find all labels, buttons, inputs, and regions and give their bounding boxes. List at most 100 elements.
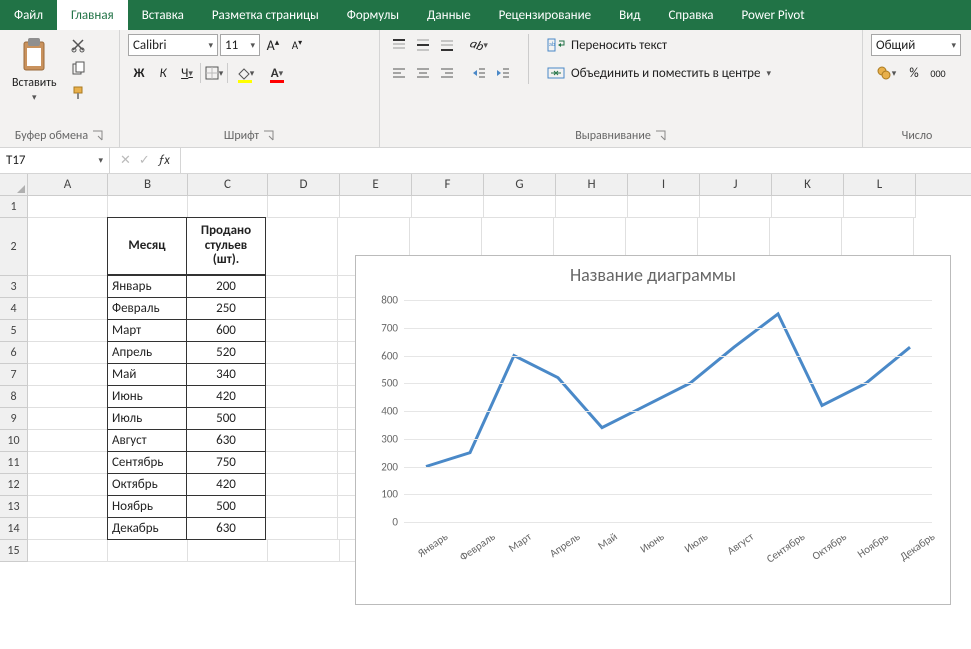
cell[interactable] <box>28 276 108 298</box>
name-box[interactable]: T17 ▾ <box>0 148 110 173</box>
merge-center-button[interactable]: Объединить и поместить в центре ▾ <box>543 62 775 84</box>
column-header[interactable]: D <box>268 174 340 195</box>
decrease-font-button[interactable]: A▾ <box>286 34 308 56</box>
cell[interactable] <box>266 496 338 518</box>
cell[interactable]: Продано стульев (шт). <box>186 217 266 275</box>
paste-button[interactable]: Вставить ▾ <box>8 34 61 105</box>
cell[interactable] <box>266 276 338 298</box>
cell[interactable] <box>556 196 628 218</box>
cell[interactable] <box>266 386 338 408</box>
font-color-button[interactable]: А ▾ <box>262 62 292 84</box>
embedded-chart[interactable]: Название диаграммы 010020030040050060070… <box>355 255 951 605</box>
wrap-text-button[interactable]: ab Переносить текст <box>543 34 775 56</box>
row-header[interactable]: 6 <box>0 342 28 364</box>
cell[interactable]: Сентябрь <box>107 451 187 474</box>
cell[interactable]: 630 <box>186 429 266 452</box>
borders-button[interactable]: ▾ <box>203 62 225 84</box>
column-header[interactable]: L <box>844 174 916 195</box>
column-header[interactable]: B <box>108 174 188 195</box>
align-middle-button[interactable] <box>412 34 434 56</box>
chart-series-line[interactable] <box>426 314 910 467</box>
orientation-button[interactable]: ab▾ <box>468 34 490 56</box>
cell[interactable]: Август <box>107 429 187 452</box>
cell[interactable]: Октябрь <box>107 473 187 496</box>
cell[interactable]: 340 <box>186 363 266 386</box>
row-header[interactable]: 4 <box>0 298 28 320</box>
font-name-select[interactable]: Calibri ▾ <box>128 34 218 56</box>
cell[interactable]: 420 <box>186 473 266 496</box>
cell[interactable]: Март <box>107 319 187 342</box>
column-header[interactable]: J <box>700 174 772 195</box>
underline-button[interactable]: Ч▾ <box>176 62 198 84</box>
cell[interactable]: 250 <box>186 297 266 320</box>
cell[interactable]: Январь <box>107 275 187 298</box>
bold-button[interactable]: Ж <box>128 62 150 84</box>
cell[interactable] <box>28 474 108 496</box>
row-header[interactable]: 10 <box>0 430 28 452</box>
cell[interactable] <box>108 540 188 562</box>
fx-icon[interactable]: ƒx <box>158 153 170 168</box>
cell[interactable] <box>28 364 108 386</box>
column-header[interactable]: F <box>412 174 484 195</box>
cell[interactable] <box>28 518 108 540</box>
cell[interactable] <box>28 386 108 408</box>
cell[interactable]: 750 <box>186 451 266 474</box>
align-left-button[interactable] <box>388 62 410 84</box>
tab-insert[interactable]: Вставка <box>128 0 198 30</box>
cell[interactable] <box>28 342 108 364</box>
row-header[interactable]: 7 <box>0 364 28 386</box>
row-header[interactable]: 14 <box>0 518 28 540</box>
column-header[interactable]: K <box>772 174 844 195</box>
cell[interactable] <box>28 540 108 562</box>
cell[interactable] <box>268 540 340 562</box>
cell[interactable]: 520 <box>186 341 266 364</box>
cancel-formula-icon[interactable]: ✕ <box>120 153 131 168</box>
row-header[interactable]: 8 <box>0 386 28 408</box>
fill-color-button[interactable]: ▾ <box>230 62 260 84</box>
align-top-button[interactable] <box>388 34 410 56</box>
tab-formulas[interactable]: Формулы <box>333 0 413 30</box>
row-header[interactable]: 9 <box>0 408 28 430</box>
cell[interactable] <box>28 298 108 320</box>
increase-indent-button[interactable] <box>492 62 514 84</box>
cell[interactable] <box>412 196 484 218</box>
cell[interactable]: 420 <box>186 385 266 408</box>
cut-button[interactable] <box>67 34 89 56</box>
percent-format-button[interactable]: % <box>903 62 925 84</box>
cell[interactable] <box>188 196 268 218</box>
row-header[interactable]: 15 <box>0 540 28 562</box>
cell[interactable] <box>28 218 108 276</box>
cell[interactable] <box>772 196 844 218</box>
column-header[interactable]: I <box>628 174 700 195</box>
cell[interactable] <box>28 196 108 218</box>
cell[interactable] <box>266 518 338 540</box>
tab-page-layout[interactable]: Разметка страницы <box>198 0 333 30</box>
tab-power-pivot[interactable]: Power Pivot <box>728 0 819 30</box>
increase-font-button[interactable]: A▴ <box>262 34 284 56</box>
cell[interactable] <box>266 408 338 430</box>
comma-format-button[interactable]: 000 <box>927 62 949 84</box>
decrease-indent-button[interactable] <box>468 62 490 84</box>
cell[interactable] <box>268 196 340 218</box>
cell[interactable]: Июль <box>107 407 187 430</box>
cell[interactable] <box>266 320 338 342</box>
cell[interactable]: Июнь <box>107 385 187 408</box>
row-header[interactable]: 3 <box>0 276 28 298</box>
cell[interactable] <box>188 540 268 562</box>
enter-formula-icon[interactable]: ✓ <box>139 153 150 168</box>
tab-data[interactable]: Данные <box>413 0 485 30</box>
row-header[interactable]: 1 <box>0 196 28 218</box>
cell[interactable]: Апрель <box>107 341 187 364</box>
copy-button[interactable] <box>67 58 89 80</box>
tab-review[interactable]: Рецензирование <box>485 0 605 30</box>
italic-button[interactable]: К <box>152 62 174 84</box>
cell[interactable] <box>28 430 108 452</box>
dialog-launcher-icon[interactable] <box>92 130 104 142</box>
row-header[interactable]: 2 <box>0 218 28 276</box>
formula-bar[interactable] <box>181 148 971 173</box>
cell[interactable] <box>28 408 108 430</box>
row-header[interactable]: 13 <box>0 496 28 518</box>
cell[interactable] <box>700 196 772 218</box>
cell[interactable]: Май <box>107 363 187 386</box>
cell[interactable] <box>266 342 338 364</box>
